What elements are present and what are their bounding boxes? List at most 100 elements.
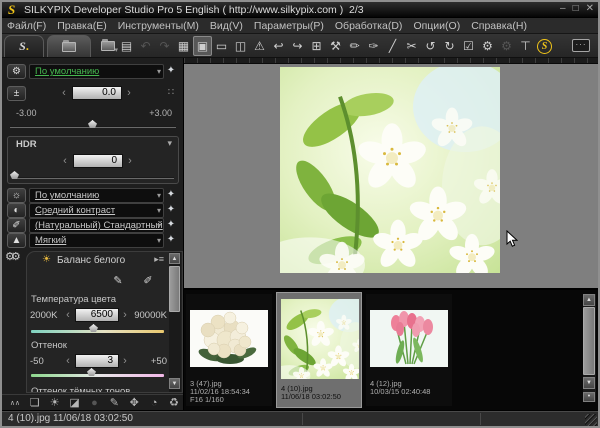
print-icon[interactable]: ▤ <box>117 36 136 56</box>
menu-options[interactable]: Опции(O) <box>413 20 460 32</box>
tone-tool-icon[interactable]: ✏ <box>345 36 364 56</box>
wb-scrollbar[interactable]: ▲ ▼ <box>169 252 181 392</box>
contrast-add-icon[interactable]: ✦ <box>165 204 177 215</box>
scroll-up-icon[interactable]: ▲ <box>583 294 595 306</box>
contrast-dropdown[interactable]: Средний контраст ▾ <box>29 203 164 218</box>
warning-display-icon[interactable]: ⚠ <box>250 36 269 56</box>
sharpness-add-icon[interactable]: ✦ <box>165 234 177 245</box>
shadow-tint-label: Оттенок тёмных тонов <box>31 386 131 393</box>
retouch-tool-icon[interactable]: ✑ <box>364 36 383 56</box>
histogram-icon[interactable]: ∧∧ <box>5 399 25 407</box>
close-button[interactable]: ✕ <box>586 3 594 14</box>
sphere-tool-icon[interactable]: ● <box>85 397 105 409</box>
rotate-crop-icon[interactable]: ◔ <box>144 397 164 409</box>
resize-grip[interactable] <box>585 414 597 426</box>
single-pane-icon[interactable]: ▭ <box>212 36 231 56</box>
rotate-left-icon[interactable]: ↺ <box>421 36 440 56</box>
display-settings-icon[interactable]: ··· <box>572 39 590 52</box>
apply-params-icon[interactable]: ⚙ <box>497 36 516 56</box>
menu-edit[interactable]: Правка(E) <box>57 20 106 32</box>
tint-value[interactable]: 3 <box>75 354 119 368</box>
gray-pipette-icon[interactable]: ✎ <box>109 274 127 288</box>
exposure-max-label: +3.00 <box>149 108 172 118</box>
subcontrol-toolbar: ∧∧ ❏ ☀ ◪ ● ✎ ✥ ◔ ♻ <box>2 394 183 410</box>
tab-silkypix[interactable]: S. <box>4 35 44 57</box>
temperature-decrement[interactable]: ‹ <box>64 309 72 322</box>
thumbnail-cell[interactable]: 4 (12).jpg 10/03/15 02:40:48 <box>366 294 452 406</box>
thumb-datetime: 10/03/15 02:40:48 <box>370 387 431 396</box>
next-marked-icon[interactable]: ↪ <box>288 36 307 56</box>
hdr-decrement[interactable]: ‹ <box>61 155 69 168</box>
mark-select-icon[interactable]: ☑ <box>459 36 478 56</box>
temperature-increment[interactable]: › <box>121 309 129 322</box>
preview-image[interactable] <box>280 67 500 273</box>
scroll-down-icon[interactable]: ▼ <box>583 377 595 389</box>
preview-view-icon[interactable]: ▣ <box>193 36 212 56</box>
strip-scroll-thumb[interactable] <box>583 307 595 375</box>
color-dropdown[interactable]: (Натуральный) Стандартный ▾ <box>29 218 164 233</box>
multi-view-icon[interactable]: ⊞ <box>307 36 326 56</box>
fine-tune-icon[interactable]: ∷ <box>164 86 178 99</box>
undo-icon[interactable]: ↶ <box>136 36 155 56</box>
parameters-gears-icon[interactable]: ⚙⚙ <box>5 250 21 263</box>
scroll-down-icon[interactable]: ▼ <box>169 378 180 389</box>
information-icon[interactable]: ❏ <box>25 396 45 409</box>
thumbnail-view-icon[interactable]: ▦ <box>174 36 193 56</box>
minimize-button[interactable]: – <box>560 3 566 14</box>
temperature-slider-track[interactable] <box>31 330 164 333</box>
white-balance-add-icon[interactable]: ✦ <box>165 189 177 200</box>
wb-tool-icon[interactable]: ⚒ <box>326 36 345 56</box>
tab-browser[interactable] <box>47 35 91 57</box>
exposure-decrement[interactable]: ‹ <box>60 87 68 100</box>
open-file-button[interactable]: ▾ <box>98 36 118 56</box>
maximize-button[interactable]: □ <box>573 3 579 14</box>
exposure-increment[interactable]: › <box>125 87 133 100</box>
hdr-increment[interactable]: › <box>126 155 134 168</box>
menu-tools[interactable]: Инструменты(M) <box>118 20 199 32</box>
strip-scrollbar[interactable]: ▲ ▼ • <box>583 294 596 402</box>
tone-curve-icon[interactable]: ◪ <box>65 396 85 409</box>
menu-view[interactable]: Вид(V) <box>210 20 243 32</box>
white-balance-tool-icon[interactable]: ☀ <box>45 396 65 409</box>
tint-increment[interactable]: › <box>121 355 129 368</box>
temperature-value[interactable]: 6500 <box>75 308 119 322</box>
develop-tool-icon[interactable]: ⊤ <box>516 36 535 56</box>
panel-menu-icon[interactable]: ▸≡ <box>154 254 164 265</box>
thumbnail-image-blossom <box>281 299 359 379</box>
skin-pipette-icon[interactable]: ✐ <box>139 274 157 288</box>
save-params-icon[interactable]: ⚙ <box>478 36 497 56</box>
wb-scroll-thumb[interactable] <box>169 266 180 312</box>
tint-decrement[interactable]: ‹ <box>64 355 72 368</box>
strip-option-button[interactable]: • <box>583 392 595 402</box>
refresh-icon[interactable]: ♻ <box>164 396 183 409</box>
exposure-value[interactable]: 0.0 <box>72 86 122 100</box>
sharpness-dropdown[interactable]: Мягкий ▾ <box>29 233 164 248</box>
thumbnail-cell[interactable]: 3 (47).jpg 11/02/16 18:54:34 F16 1/160 <box>186 294 272 406</box>
menu-development[interactable]: Обработка(D) <box>335 20 403 32</box>
dual-pane-icon[interactable]: ◫ <box>231 36 250 56</box>
redo-icon[interactable]: ↷ <box>155 36 174 56</box>
hdr-slider-track[interactable] <box>14 177 174 179</box>
retouch-icon[interactable]: ✎ <box>104 396 124 409</box>
taste-dropdown[interactable]: По умолчанию ▾ <box>29 64 164 79</box>
white-balance-dropdown[interactable]: По умолчанию ▾ <box>29 188 164 203</box>
crop-tool-icon[interactable]: ✂ <box>402 36 421 56</box>
hdr-value[interactable]: 0 <box>73 154 123 168</box>
taste-add-icon[interactable]: ✦ <box>165 65 177 76</box>
tint-slider-track[interactable] <box>31 374 164 377</box>
title-bar[interactable]: S SILKYPIX Developer Studio Pro 5 Englis… <box>2 2 598 18</box>
scroll-up-icon[interactable]: ▲ <box>169 253 180 264</box>
menu-file[interactable]: Файл(F) <box>7 20 46 32</box>
status-bar: 4 (10).jpg 11/06/18 03:02:50 <box>2 410 598 426</box>
menu-help[interactable]: Справка(H) <box>471 20 527 32</box>
rotate-right-icon[interactable]: ↻ <box>440 36 459 56</box>
brush-tool-icon[interactable]: ╱ <box>383 36 402 56</box>
silkypix-mark-icon[interactable]: S <box>537 38 552 54</box>
transform-icon[interactable]: ✥ <box>124 396 144 409</box>
hdr-collapse-icon[interactable]: ▾ <box>167 138 172 149</box>
prev-marked-icon[interactable]: ↩ <box>269 36 288 56</box>
menu-parameters[interactable]: Параметры(P) <box>254 20 324 32</box>
color-add-icon[interactable]: ✦ <box>165 219 177 230</box>
thumbnail-cell-selected[interactable]: 4 (10).jpg 11/06/18 03:02:50 <box>276 292 362 408</box>
preview-area[interactable] <box>184 58 598 288</box>
